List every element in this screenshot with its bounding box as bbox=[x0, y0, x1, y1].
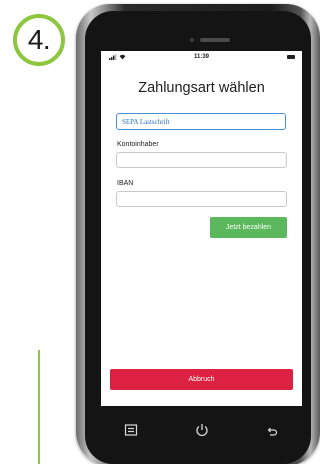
connector-line bbox=[38, 350, 40, 464]
page-title: Zahlungsart wählen bbox=[138, 80, 265, 96]
menu-icon[interactable] bbox=[123, 422, 139, 438]
battery-icon bbox=[287, 55, 295, 59]
payment-method-select[interactable]: SEPA Lastschrift bbox=[116, 113, 286, 130]
earpiece-speaker bbox=[200, 38, 230, 42]
account-holder-field[interactable] bbox=[116, 152, 287, 168]
status-bar: 11:39 bbox=[101, 51, 302, 65]
status-time: 11:39 bbox=[193, 54, 209, 60]
account-holder-label: Kontoinhaber bbox=[117, 141, 159, 148]
iban-label: IBAN bbox=[117, 180, 134, 187]
cancel-button[interactable]: Abbruch bbox=[110, 369, 293, 390]
back-icon[interactable] bbox=[264, 422, 280, 438]
phone-screen: 11:39 Zahlungsart wählen SEPA Lastschrif… bbox=[101, 51, 302, 406]
power-icon[interactable] bbox=[194, 422, 210, 438]
navigation-bar bbox=[101, 406, 302, 454]
front-camera bbox=[190, 38, 194, 42]
step-number: 4. bbox=[27, 24, 51, 55]
iban-field[interactable] bbox=[116, 191, 287, 207]
pay-now-button[interactable]: Jetzt bezahlen bbox=[210, 217, 287, 238]
canvas: 4. 11:39 Zahlungsart wählen SEPA Lastsch… bbox=[0, 0, 320, 464]
step-badge: 4. bbox=[13, 14, 65, 66]
